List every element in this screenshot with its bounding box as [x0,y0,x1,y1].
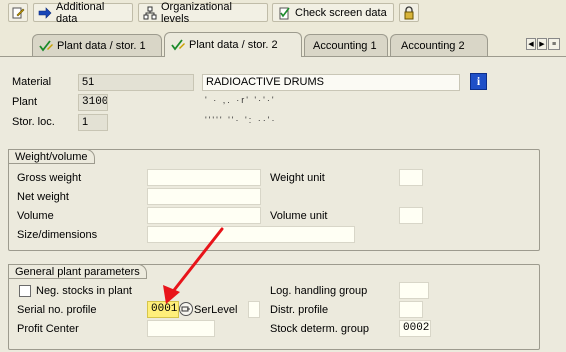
organizational-levels-label: Organizational levels [161,0,232,25]
arrow-right-icon [38,6,52,20]
volume-unit-label: Volume unit [270,210,328,222]
size-dimensions-label: Size/dimensions [17,229,98,241]
lock-button[interactable] [399,3,419,22]
storage-location-field[interactable]: 1 [78,114,108,131]
tab-label: Plant data / stor. 1 [57,39,146,52]
pencil-document-icon [11,6,25,20]
neg-stocks-label: Neg. stocks in plant [36,285,132,297]
list-icon: ≡ [551,40,557,48]
input-help-button[interactable] [179,302,193,316]
weight-unit-field[interactable] [399,169,423,186]
gross-weight-label: Gross weight [17,172,82,184]
distr-profile-label: Distr. profile [270,304,329,316]
tab-label: Accounting 1 [313,39,377,52]
info-button[interactable]: i [470,73,487,90]
profit-center-field[interactable] [147,320,215,337]
edit-icon-button[interactable] [8,3,28,22]
serial-profile-label: Serial no. profile [17,304,97,316]
net-weight-field[interactable] [147,188,261,205]
tab-label: Plant data / stor. 2 [189,39,278,51]
log-handling-group-field[interactable] [399,282,429,299]
tab-content-area: Material 51 RADIOACTIVE DRUMS i Plant 31… [0,56,566,352]
tab-list-button[interactable]: ≡ [548,38,560,50]
tab-accounting-2[interactable]: Accounting 2 [390,34,488,56]
general-plant-parameters-title: General plant parameters [8,264,147,279]
check-document-icon [277,6,291,20]
weight-unit-label: Weight unit [270,172,325,184]
check-pencil-icon [39,39,53,53]
tab-scroll-right-button[interactable]: ▶ [537,38,547,50]
serlevel-field[interactable] [248,301,260,318]
triangle-right-icon: ▶ [539,40,545,48]
volume-label: Volume [17,210,54,222]
tab-strip: Plant data / stor. 1 Plant data / stor. … [0,28,566,57]
plant-label: Plant [12,96,38,108]
size-dimensions-field[interactable] [147,226,355,243]
tab-accounting-1[interactable]: Accounting 1 [304,34,388,56]
tab-scroll-left-button[interactable]: ◀ [526,38,536,50]
hierarchy-icon [143,6,157,20]
storage-location-label: Stor. loc. [12,116,55,128]
profit-center-label: Profit Center [17,323,79,335]
triangle-left-icon: ◀ [528,40,534,48]
additional-data-label: Additional data [56,0,105,25]
material-field[interactable]: 51 [78,74,194,91]
additional-data-button[interactable]: Additional data [33,0,133,25]
neg-stocks-checkbox[interactable] [19,285,31,297]
serlevel-label: SerLevel [194,304,238,316]
net-weight-label: Net weight [17,191,69,203]
organizational-levels-button[interactable]: Organizational levels [138,0,268,25]
stock-determ-group-label: Stock determ. group [270,323,370,335]
tab-plant-data-stor-2[interactable]: Plant data / stor. 2 [164,32,302,57]
weight-volume-title: Weight/volume [8,149,95,164]
tab-label: Accounting 2 [401,39,465,52]
lock-icon [402,5,416,20]
gross-weight-field[interactable] [147,169,261,186]
storage-location-description: ''''' ''· ': ··'· [205,115,277,125]
f4-help-icon [181,306,190,312]
serial-profile-field[interactable]: 0001 [147,301,179,318]
distr-profile-field[interactable] [399,301,423,318]
material-label: Material [12,76,52,88]
tab-plant-data-stor-1[interactable]: Plant data / stor. 1 [32,34,162,56]
plant-description: ' · ,. ·r' '·'·' [205,95,276,105]
check-screen-data-label: Check screen data [295,6,387,19]
check-pencil-icon [171,38,185,52]
info-icon: i [476,74,481,88]
stock-determ-group-field[interactable]: 0002 [399,320,431,337]
material-description-field[interactable]: RADIOACTIVE DRUMS [202,74,460,91]
application-toolbar: Additional data Organizational levels Ch… [0,0,566,28]
log-handling-group-label: Log. handling group [270,285,368,297]
check-screen-data-button[interactable]: Check screen data [272,3,394,22]
volume-field[interactable] [147,207,261,224]
volume-unit-field[interactable] [399,207,423,224]
plant-field[interactable]: 3100 [78,94,108,111]
